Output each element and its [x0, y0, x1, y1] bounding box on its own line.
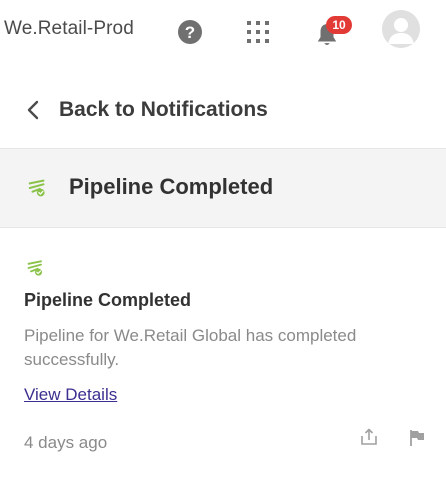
back-label: Back to Notifications — [59, 98, 268, 121]
svg-text:?: ? — [185, 23, 195, 42]
notification-timestamp: 4 days ago — [24, 433, 108, 452]
pipeline-icon — [28, 179, 45, 197]
flag-icon[interactable] — [408, 429, 426, 447]
notification-description: Pipeline for We.Retail Global has comple… — [24, 326, 357, 369]
apps-grid-icon[interactable] — [246, 20, 270, 44]
view-details-link[interactable]: View Details — [24, 385, 117, 405]
app-title[interactable]: We.Retail-Prod — [4, 18, 134, 40]
notification-detail-header: Pipeline Completed — [0, 148, 446, 228]
chevron-left-icon — [27, 100, 39, 120]
notification-count-badge: 10 — [326, 16, 352, 34]
pipeline-icon — [27, 260, 42, 276]
help-icon[interactable]: ? — [178, 20, 202, 44]
user-icon — [382, 10, 420, 48]
back-to-notifications-link[interactable]: Back to Notifications — [0, 84, 446, 136]
notifications-button[interactable]: 10 — [314, 16, 354, 48]
notification-card: Pipeline Completed Pipeline for We.Retai… — [0, 228, 446, 484]
notification-title: Pipeline Completed — [24, 290, 192, 310]
avatar[interactable] — [382, 10, 420, 48]
page-title: Pipeline Completed — [69, 174, 274, 199]
top-bar: We.Retail-Prod ? 10 — [0, 0, 446, 64]
share-icon[interactable] — [360, 428, 378, 446]
